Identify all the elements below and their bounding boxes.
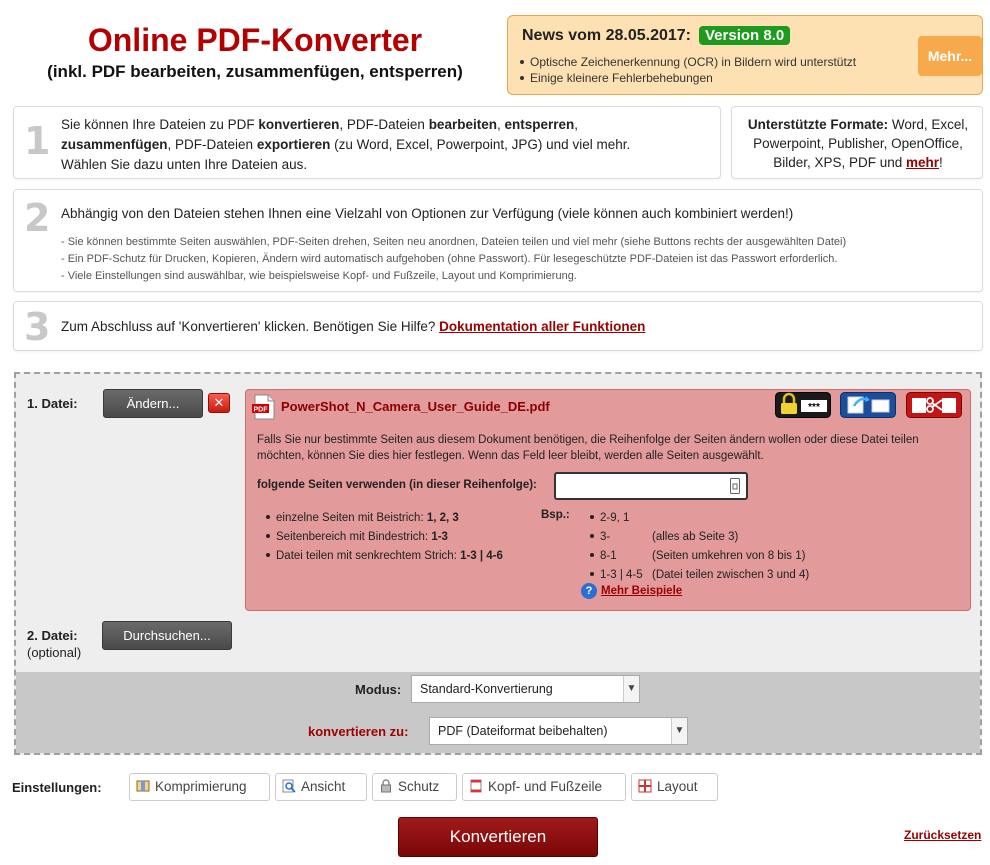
documentation-link[interactable]: Dokumentation aller Funktionen (439, 319, 645, 334)
mode-settings-band: Modus: Standard-Konvertierung ▼ konverti… (16, 672, 980, 753)
news-date-label: News vom 28.05.2017: (522, 27, 691, 44)
page-hints-list: einzelne Seiten mit Beistrich: 1, 2, 3 S… (264, 509, 503, 566)
conversion-form: 1. Datei: Ändern... ✕ PDF PowerShot_N_Ca… (14, 372, 982, 755)
news-box: News vom 28.05.2017: Version 8.0 Optische… (507, 15, 983, 95)
bullet-icon (520, 75, 524, 80)
remove-file-icon[interactable]: ✕ (208, 393, 230, 413)
file-name: PowerShot_N_Camera_User_Guide_DE.pdf (281, 399, 550, 414)
magnifier-icon (282, 779, 296, 794)
news-item: Optische Zeichenerkennung (OCR) in Bilde… (518, 54, 856, 70)
mode-select[interactable]: Standard-Konvertierung ▼ (411, 675, 640, 703)
change-file-button[interactable]: Ändern... (103, 389, 203, 418)
view-button[interactable]: Ansicht (275, 773, 367, 801)
chevron-down-icon: ▼ (623, 676, 639, 702)
site-subtitle: (inkl. PDF bearbeiten, zusammenfügen, en… (47, 62, 463, 81)
layout-grid-icon (638, 779, 652, 793)
file-options-panel: PDF PowerShot_N_Camera_User_Guide_DE.pdf… (245, 389, 971, 611)
examples-label: Bsp.: (541, 509, 570, 521)
file-2-label: 2. Datei: (27, 628, 78, 643)
page-hint: einzelne Seiten mit Beistrich: 1, 2, 3 (264, 509, 503, 528)
pdf-file-icon: PDF (252, 394, 275, 420)
header-footer-icon (470, 779, 482, 793)
compression-button[interactable]: Komprimierung (129, 773, 270, 801)
bullet-icon (266, 552, 270, 557)
file-1-label: 1. Datei: (27, 396, 78, 411)
version-badge: Version 8.0 (699, 26, 791, 45)
example-item: 8-1 (Seiten umkehren von 8 bis 1) (588, 547, 888, 566)
step-3-box: 3 Zum Abschluss auf 'Konvertieren' klick… (13, 301, 983, 351)
example-item: 3- (alles ab Seite 3) (588, 528, 888, 547)
step-2-notes: - Sie können bestimmte Seiten auswählen,… (61, 234, 846, 285)
more-news-button[interactable]: Mehr... (918, 36, 982, 76)
password-mask-text: *** (808, 402, 820, 413)
step-2-box: 2 Abhängig von den Dateien stehen Ihnen … (13, 189, 983, 292)
more-examples: ? Mehr Beispiele (581, 583, 682, 599)
target-format-value: PDF (Dateiformat beibehalten) (438, 724, 608, 738)
unlock-password-icon[interactable]: *** (775, 392, 831, 418)
news-list: Optische Zeichenerkennung (OCR) in Bilde… (518, 54, 856, 86)
pages-label: folgende Seiten verwenden (in dieser Rei… (257, 479, 537, 491)
step-3-number: 3 (24, 305, 51, 349)
step-2-number: 2 (24, 196, 51, 240)
reset-link[interactable]: Zurücksetzen (904, 828, 981, 842)
bullet-icon (520, 59, 524, 64)
step-1-number: 1 (24, 119, 51, 163)
settings-label: Einstellungen: (12, 780, 102, 795)
split-pages-icon[interactable] (906, 392, 962, 418)
convert-button[interactable]: Konvertieren (398, 817, 598, 857)
step-1-text: Sie können Ihre Dateien zu PDF konvertie… (61, 117, 631, 172)
supported-formats-box: Unterstützte Formate: Word, Excel, Power… (731, 106, 983, 179)
target-format-label: konvertieren zu: (308, 724, 409, 739)
chevron-down-icon: ▼ (671, 718, 687, 744)
step-2-note: - Sie können bestimmte Seiten auswählen,… (61, 236, 847, 248)
pages-input-field[interactable] (554, 472, 748, 500)
target-format-select[interactable]: PDF (Dateiformat beibehalten) ▼ (429, 717, 688, 745)
page-hint: Datei teilen mit senkrechtem Strich: 1-3… (264, 547, 503, 566)
pdf-badge-text: PDF (254, 407, 269, 414)
bullet-icon (590, 514, 594, 519)
step-3-text: Zum Abschluss auf 'Konvertieren' klicken… (61, 319, 646, 334)
help-icon[interactable]: ? (581, 583, 597, 599)
layout-button[interactable]: Layout (631, 773, 718, 801)
bullet-icon (266, 514, 270, 519)
bullet-icon (590, 571, 594, 576)
site-title: Online PDF-Konverter (87, 22, 423, 58)
browse-file-button[interactable]: Durchsuchen... (102, 621, 232, 650)
more-formats-link[interactable]: mehr (906, 155, 939, 170)
examples-list: 2-9, 1 3- (alles ab Seite 3) 8-1 (Seiten u… (588, 509, 888, 585)
news-item: Einige kleinere Fehlerbehebungen (518, 70, 856, 86)
lock-icon (381, 779, 391, 793)
supported-formats-text: Unterstützte Formate: Word, Excel, Power… (747, 117, 969, 170)
more-examples-link[interactable]: Mehr Beispiele (601, 585, 682, 597)
step-2-text: Abhängig von den Dateien stehen Ihnen ei… (61, 206, 794, 221)
step-2-note: - Ein PDF-Schutz für Drucken, Kopieren, … (61, 253, 838, 265)
file-options-description: Falls Sie nur bestimmte Seiten aus diese… (257, 434, 919, 462)
example-item: 2-9, 1 (588, 509, 888, 528)
header-footer-button[interactable]: Kopf- und Fußzeile (462, 773, 626, 801)
rotate-pages-icon[interactable] (840, 392, 896, 418)
page-hint: Seitenbereich mit Bindestrich: 1-3 (264, 528, 503, 547)
mode-label: Modus: (355, 682, 402, 697)
protection-button[interactable]: Schutz (372, 773, 457, 801)
news-heading: News vom 28.05.2017: Version 8.0 (522, 26, 791, 45)
pages-input[interactable] (560, 475, 720, 497)
mode-select-value: Standard-Konvertierung (420, 682, 553, 696)
step-2-note: - Viele Einstellungen sind auswählbar, w… (61, 270, 577, 282)
bullet-icon (266, 533, 270, 538)
bullet-icon (590, 552, 594, 557)
step-1-box: 1 Sie können Ihre Dateien zu PDF konvert… (13, 106, 721, 179)
compress-icon (136, 780, 150, 792)
bullet-icon (590, 533, 594, 538)
keyboard-lock-icon (730, 478, 740, 494)
file-2-optional-label: (optional) (27, 645, 82, 660)
